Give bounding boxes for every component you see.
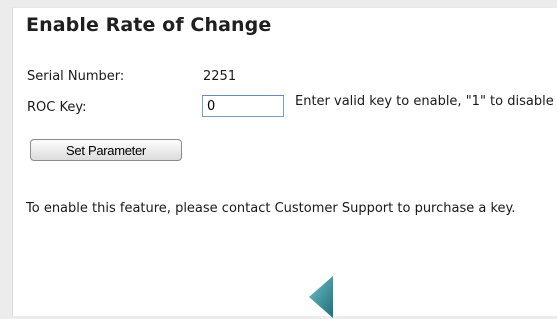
content-panel: Enable Rate of Change Serial Number: 225… — [12, 7, 557, 319]
back-arrow-icon[interactable] — [308, 275, 334, 319]
serial-number-value: 2251 — [203, 69, 237, 84]
roc-key-input[interactable] — [202, 95, 284, 117]
roc-key-label: ROC Key: — [27, 100, 87, 115]
serial-number-label: Serial Number: — [27, 69, 125, 84]
set-parameter-button[interactable]: Set Parameter — [30, 139, 182, 161]
feature-notice: To enable this feature, please contact C… — [26, 201, 516, 216]
page-title: Enable Rate of Change — [26, 14, 272, 36]
roc-key-hint: Enter valid key to enable, "1" to disabl… — [295, 94, 554, 109]
